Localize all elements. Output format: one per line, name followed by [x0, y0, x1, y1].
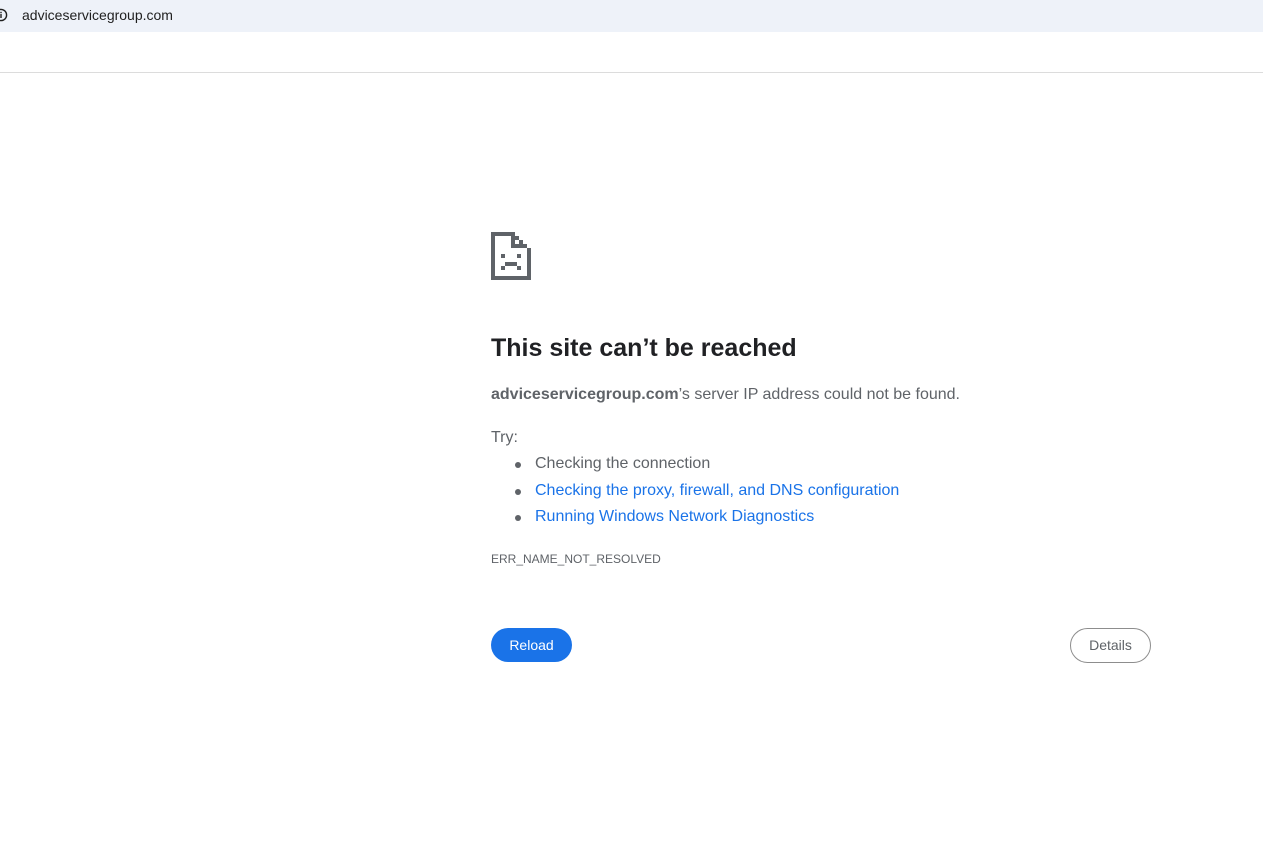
suggestion-proxy-dns-link[interactable]: Checking the proxy, firewall, and DNS co…	[535, 482, 899, 499]
details-button[interactable]: Details	[1070, 628, 1151, 663]
info-icon[interactable]	[0, 8, 8, 22]
url-text[interactable]: adviceservicegroup.com	[22, 6, 173, 24]
list-item: Checking the proxy, firewall, and DNS co…	[491, 479, 899, 506]
list-item: Running Windows Network Diagnostics	[491, 505, 899, 532]
bullet-icon	[515, 488, 521, 495]
suggestion-list: Checking the connection Checking the pro…	[491, 452, 899, 532]
bullet-icon	[515, 462, 521, 468]
address-bar[interactable]: adviceservicegroup.com	[0, 0, 1263, 32]
try-label: Try:	[491, 429, 518, 446]
error-summary-text: ’s server IP address could not be found.	[678, 386, 960, 403]
page-title: This site can’t be reached	[491, 334, 797, 362]
sad-page-icon	[491, 232, 531, 280]
error-summary: adviceservicegroup.com’s server IP addre…	[491, 384, 960, 406]
bullet-icon	[515, 515, 521, 521]
list-item: Checking the connection	[491, 452, 899, 479]
suggestion-network-diagnostics-link[interactable]: Running Windows Network Diagnostics	[535, 508, 814, 525]
error-code: ERR_NAME_NOT_RESOLVED	[491, 552, 661, 566]
reload-button[interactable]: Reload	[491, 628, 572, 662]
error-host: adviceservicegroup.com	[491, 386, 679, 403]
bookmarks-bar	[0, 32, 1263, 73]
suggestion-check-connection: Checking the connection	[535, 455, 711, 472]
